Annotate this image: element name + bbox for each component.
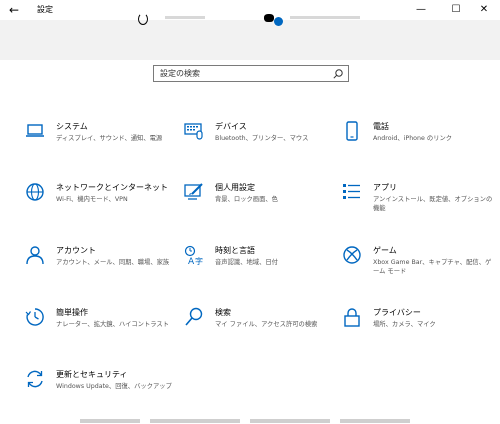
personalization-icon	[184, 183, 203, 200]
tile-desc: アンインストール、既定値、オプションの機能	[373, 196, 493, 212]
lock-icon	[344, 308, 360, 327]
tile-title: プライバシー	[373, 308, 421, 317]
tile-time-language[interactable]: A 字 時刻と言語 音声認識、地域、日付	[184, 245, 334, 285]
tile-desc: Xbox Game Bar、キャプチャ、配信、ゲーム モード	[373, 259, 492, 275]
time-language-icon: A 字	[184, 245, 203, 265]
tile-desc: 場所、カメラ、マイク	[373, 321, 436, 328]
tile-update-security[interactable]: 更新とセキュリティ Windows Update、回復、バックアップ	[25, 369, 175, 409]
phone-icon	[346, 121, 358, 141]
window-title: 設定	[37, 5, 53, 14]
person-icon	[26, 246, 44, 265]
header-shortcut-text-2	[290, 16, 360, 19]
tile-title: 検索	[215, 308, 231, 317]
tile-title: 時刻と言語	[215, 246, 255, 255]
ease-of-access-icon	[25, 308, 44, 326]
status-dot-icon	[274, 17, 283, 26]
search-icon[interactable]	[332, 68, 344, 80]
tile-network[interactable]: ネットワークとインターネット Wi-Fi、機内モード、VPN	[25, 182, 175, 222]
apps-icon	[343, 184, 360, 199]
tile-title: アカウント	[56, 246, 96, 255]
tile-desc: 背景、ロック画面、色	[215, 196, 278, 203]
tile-desc: ナレーター、拡大鏡、ハイコントラスト	[56, 321, 170, 328]
maximize-button[interactable]: ☐	[441, 0, 471, 20]
tile-system[interactable]: システム ディスプレイ、サウンド、通知、電源	[25, 121, 175, 161]
tile-personalization[interactable]: 個人用設定 背景、ロック画面、色	[184, 182, 334, 222]
keyboard-icon	[184, 123, 203, 140]
globe-icon	[26, 183, 44, 201]
tile-search[interactable]: 検索 マイ ファイル、アクセス許可の検索	[184, 307, 334, 347]
title-bar: ← 設定 — ☐ ✕	[0, 0, 500, 20]
back-arrow-icon[interactable]: ←	[9, 3, 19, 17]
tile-phone[interactable]: 電話 Android、iPhone のリンク	[342, 121, 492, 161]
tile-title: デバイス	[215, 122, 247, 131]
minimize-button[interactable]: —	[406, 0, 436, 20]
tile-gaming[interactable]: ゲーム Xbox Game Bar、キャプチャ、配信、ゲーム モード	[342, 245, 492, 285]
search-box[interactable]: 設定の検索	[153, 65, 349, 82]
tile-desc: 音声認識、地域、日付	[215, 259, 278, 266]
tile-title: 更新とセキュリティ	[56, 370, 128, 379]
sync-icon[interactable]	[138, 13, 148, 25]
svg-text:A: A	[188, 257, 195, 265]
footer-links	[0, 418, 500, 424]
tile-desc: Wi-Fi、機内モード、VPN	[56, 196, 128, 203]
tile-desc: Bluetooth、プリンター、マウス	[215, 135, 309, 142]
tile-title: ネットワークとインターネット	[56, 183, 168, 192]
tile-desc: マイ ファイル、アクセス許可の検索	[215, 321, 318, 328]
settings-window: ← 設定 — ☐ ✕ 設定の検索 システム ディスプレイ、サウンド、通知、電源	[0, 0, 500, 424]
tile-apps[interactable]: アプリ アンインストール、既定値、オプションの機能	[342, 182, 492, 222]
tile-title: アプリ	[373, 183, 397, 192]
tile-desc: アカウント、メール、同期、職場、家族	[56, 259, 170, 266]
update-icon	[27, 370, 43, 388]
tile-title: 簡単操作	[56, 308, 88, 317]
tile-accounts[interactable]: アカウント アカウント、メール、同期、職場、家族	[25, 245, 175, 285]
tile-title: 個人用設定	[215, 183, 255, 192]
tile-title: ゲーム	[373, 246, 397, 255]
laptop-icon	[26, 124, 44, 137]
header-shortcut-icon[interactable]	[264, 14, 274, 22]
tile-title: システム	[56, 122, 88, 131]
header-shortcut-text	[165, 16, 205, 19]
tile-privacy[interactable]: プライバシー 場所、カメラ、マイク	[342, 307, 492, 347]
tile-title: 電話	[373, 122, 389, 131]
tile-desc: ディスプレイ、サウンド、通知、電源	[56, 135, 163, 142]
close-button[interactable]: ✕	[469, 0, 499, 20]
search-icon	[185, 307, 203, 326]
tile-ease-of-access[interactable]: 簡単操作 ナレーター、拡大鏡、ハイコントラスト	[25, 307, 175, 347]
svg-text:字: 字	[195, 256, 203, 265]
tile-desc: Windows Update、回復、バックアップ	[56, 383, 172, 390]
search-placeholder: 設定の検索	[160, 69, 200, 78]
tile-desc: Android、iPhone のリンク	[373, 135, 453, 142]
tile-devices[interactable]: デバイス Bluetooth、プリンター、マウス	[184, 121, 334, 161]
xbox-icon	[343, 246, 361, 264]
